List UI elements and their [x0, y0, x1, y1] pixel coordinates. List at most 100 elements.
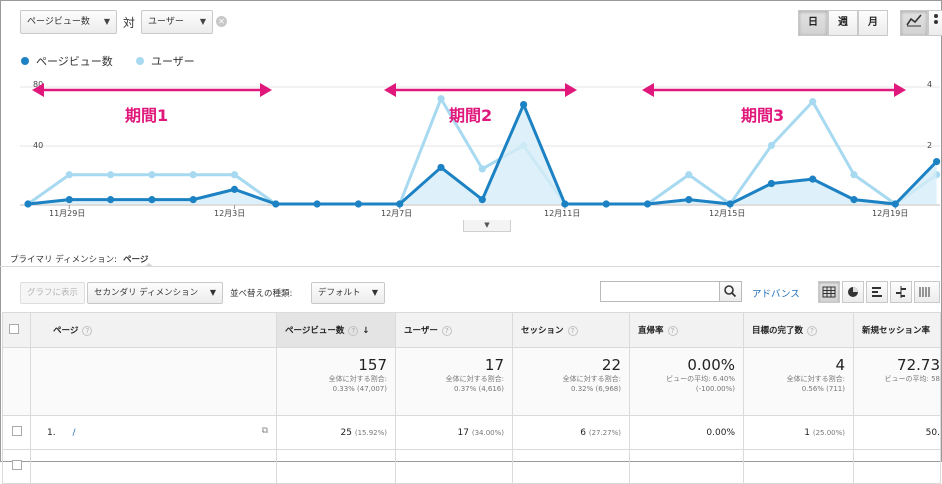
column-header-users[interactable]: ユーザー? — [395, 312, 513, 348]
cell-percent: (34.00%) — [471, 428, 504, 437]
pageviews-point[interactable] — [726, 200, 734, 208]
row-page-link[interactable]: / — [72, 428, 75, 438]
sort-type-select[interactable]: デフォルト ▼ — [311, 282, 385, 304]
users-point[interactable] — [148, 171, 156, 179]
summary-pageviews: 157 全体に対する割合: 0.33% (47,007) — [276, 347, 396, 416]
cell-percent: (15.92%) — [354, 428, 387, 437]
row-checkbox-cell — [2, 449, 31, 484]
help-icon[interactable]: ? — [441, 325, 452, 336]
x-tick-label: 12月19日 — [872, 209, 909, 218]
summary-sub: 全体に対する割合: — [445, 375, 504, 383]
pageviews-point[interactable] — [148, 196, 156, 204]
column-header-bounce-rate[interactable]: 直帰率? — [629, 312, 744, 348]
pie-view-button[interactable] — [842, 281, 864, 303]
chevron-down-icon: ▼ — [371, 288, 378, 297]
pageviews-point[interactable] — [24, 200, 32, 208]
arrow-right-icon — [894, 83, 906, 97]
tab-pointer — [144, 263, 154, 267]
users-point[interactable] — [189, 171, 197, 179]
pageviews-point[interactable] — [107, 196, 115, 204]
pageviews-point[interactable] — [313, 200, 321, 208]
row-cell — [743, 449, 854, 484]
x-tick-label: 12月7日 — [381, 209, 413, 218]
users-point[interactable] — [478, 165, 486, 173]
pageviews-point[interactable] — [685, 196, 693, 204]
select-all-checkbox[interactable] — [9, 323, 19, 334]
users-point[interactable] — [107, 171, 115, 179]
pageviews-point[interactable] — [189, 196, 197, 204]
pageviews-point[interactable] — [767, 179, 776, 188]
secondary-dimension-label: セカンダリ ディメンション — [94, 288, 199, 298]
collapse-chart-button[interactable]: ▼ — [463, 220, 511, 232]
arrow-right-icon — [260, 83, 272, 97]
advanced-filter-link[interactable]: アドバンス — [752, 286, 800, 300]
summary-value: 17 — [484, 356, 504, 374]
secondary-dimension-select[interactable]: セカンダリ ディメンション ▼ — [87, 282, 223, 304]
column-header-label: セッション — [521, 326, 564, 336]
pageviews-point[interactable] — [65, 196, 73, 204]
chevron-down-icon: ▼ — [209, 288, 216, 297]
pageviews-point[interactable] — [933, 157, 941, 166]
search-button[interactable] — [720, 281, 742, 302]
column-header-pageviews[interactable]: ページビュー数? ↓ — [276, 312, 396, 348]
help-icon[interactable]: ? — [348, 325, 359, 336]
pivot-view-button[interactable] — [914, 281, 940, 303]
users-point[interactable] — [685, 171, 693, 179]
column-header-label: ページビュー数 — [285, 326, 345, 336]
pageviews-point[interactable] — [478, 196, 486, 204]
cell-value: 6 — [580, 427, 586, 438]
table-row[interactable]: 1. / ⧉ 25 (15.92%) 17 (34.00%) 6 (27.27%… — [2, 415, 941, 450]
pageviews-point[interactable] — [809, 175, 817, 183]
help-icon[interactable]: ? — [667, 325, 678, 336]
search-input[interactable] — [600, 281, 720, 302]
users-point[interactable] — [230, 171, 239, 179]
pie-chart-icon — [848, 287, 858, 297]
users-point[interactable] — [767, 141, 776, 150]
pageviews-point[interactable] — [437, 163, 445, 172]
pageviews-point[interactable] — [272, 200, 280, 208]
period3-label: 期間3 — [741, 106, 785, 125]
help-icon[interactable]: ? — [807, 325, 818, 336]
users-point[interactable] — [65, 171, 73, 179]
column-header-goal-completions[interactable]: 目標の完了数? — [743, 312, 854, 348]
column-header-sessions[interactable]: セッション? — [512, 312, 630, 348]
summary-value: 0.00% — [687, 356, 735, 374]
pageviews-point[interactable] — [230, 185, 239, 193]
table-row[interactable] — [2, 449, 941, 484]
column-header-page[interactable]: ページ? — [30, 312, 277, 348]
report-table: ページ? ページビュー数? ↓ ユーザー? セッション? 直帰率? 目標の完了数?… — [2, 312, 941, 484]
summary-row: 157 全体に対する割合: 0.33% (47,007) 17 全体に対する割合: 0.… — [2, 347, 941, 416]
summary-value: 157 — [358, 356, 387, 374]
arrow-left-icon — [384, 83, 396, 97]
cell-value: 1 — [804, 427, 810, 438]
pageviews-point[interactable] — [643, 200, 652, 208]
row-goal-completions: 1 (25.00%) — [743, 415, 854, 450]
column-header-label: ページ — [53, 326, 79, 336]
row-checkbox[interactable] — [11, 426, 22, 436]
sort-type-label: 並べ替えの種類: — [230, 289, 293, 299]
pageviews-point[interactable] — [561, 200, 569, 208]
users-point[interactable] — [850, 171, 858, 179]
summary-value: 72.73 — [897, 356, 940, 374]
select-all-cell — [2, 312, 31, 348]
external-link-icon[interactable]: ⧉ — [262, 426, 268, 436]
row-cell — [512, 449, 630, 484]
row-users: 17 (34.00%) — [395, 415, 513, 450]
primary-dimension: プライマリ ディメンション: ページ — [10, 253, 148, 265]
bar-chart-icon — [872, 287, 882, 297]
help-icon[interactable]: ? — [82, 325, 93, 336]
summary-sub: 全体に対する割合: — [562, 375, 621, 383]
comparison-view-button[interactable] — [890, 281, 912, 303]
pageviews-point[interactable] — [891, 200, 899, 208]
pageviews-point[interactable] — [354, 200, 362, 208]
sort-desc-icon: ↓ — [362, 326, 370, 336]
pageviews-point[interactable] — [850, 196, 858, 204]
column-header-new-sessions[interactable]: 新規セッション率 — [853, 312, 941, 348]
plot-rows-button[interactable]: グラフに表示 — [20, 282, 86, 304]
table-view-button[interactable] — [818, 281, 840, 303]
pageviews-point[interactable] — [396, 200, 404, 208]
help-icon[interactable]: ? — [567, 325, 578, 336]
pageviews-point[interactable] — [602, 200, 610, 208]
bar-view-button[interactable] — [866, 281, 888, 303]
period2-label: 期間2 — [449, 106, 493, 125]
